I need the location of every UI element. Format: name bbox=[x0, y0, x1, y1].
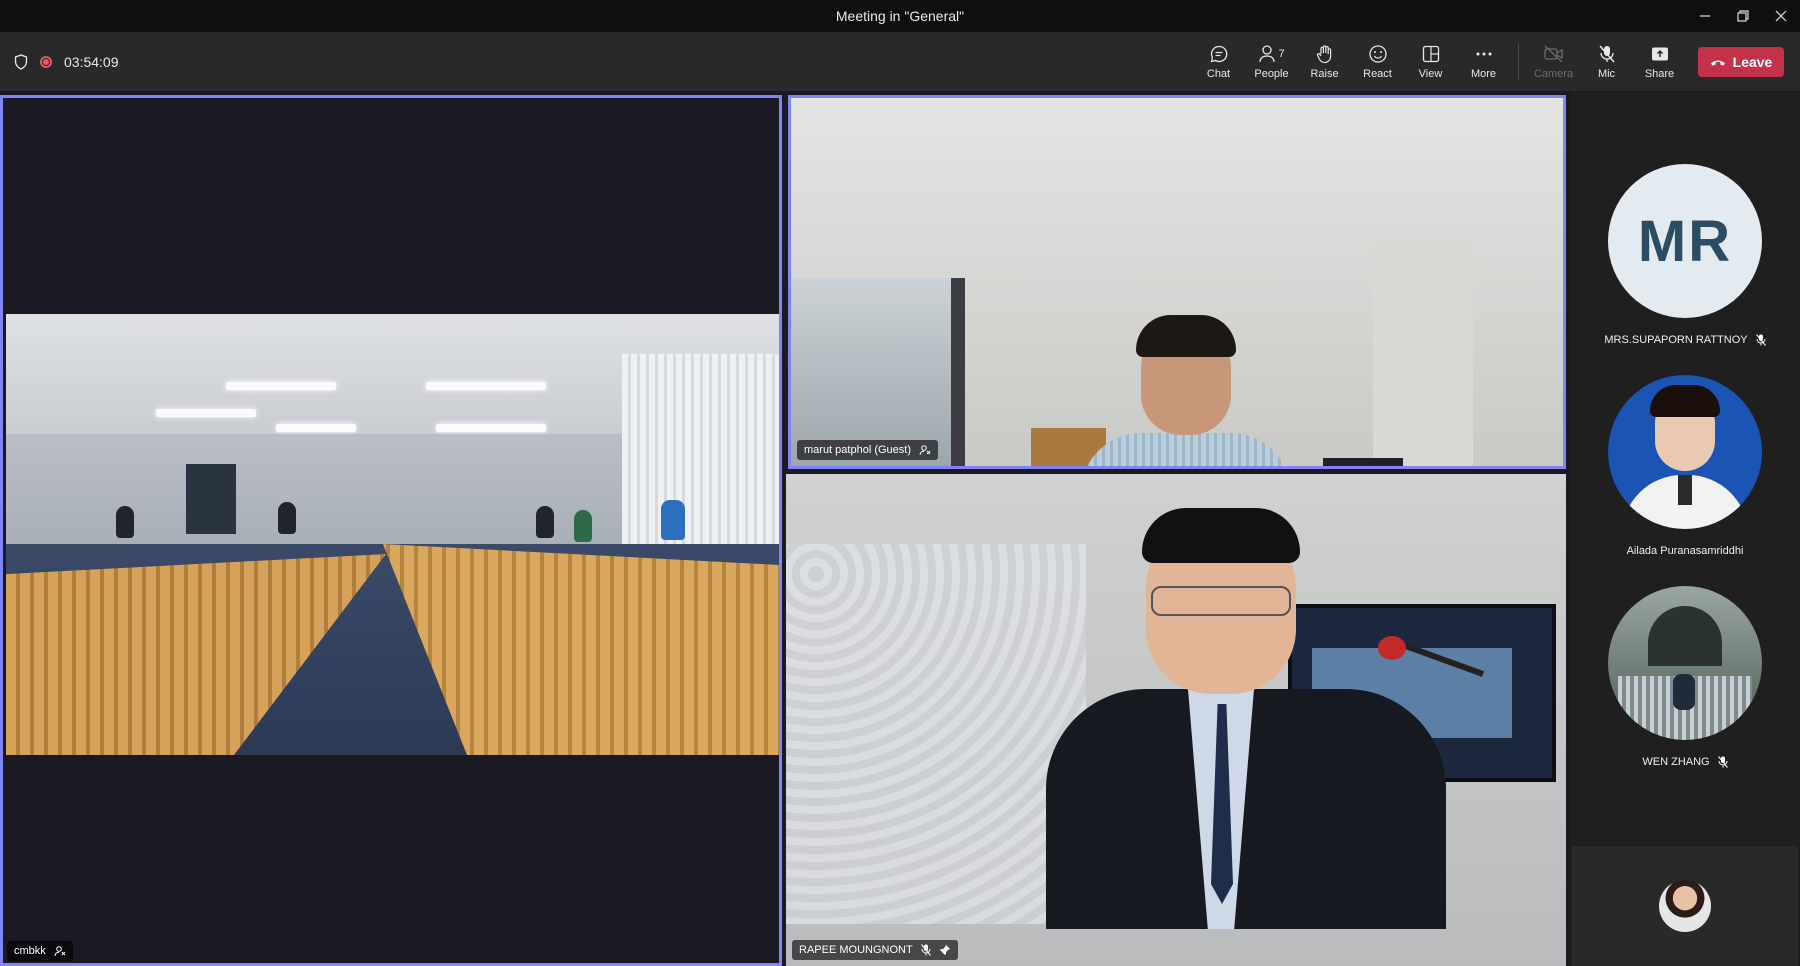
view-button[interactable]: View bbox=[1404, 36, 1457, 88]
close-icon bbox=[1775, 10, 1787, 22]
participant-name: Ailada Puranasamriddhi bbox=[1627, 545, 1744, 557]
video-tile-speaker[interactable]: RAPEE MOUNGNONT bbox=[786, 474, 1566, 966]
chat-label: Chat bbox=[1206, 68, 1231, 80]
participant-name: WEN ZHANG bbox=[1642, 756, 1728, 768]
participant-name-text: Ailada Puranasamriddhi bbox=[1626, 545, 1744, 557]
participant-name-tag: marut patphol (Guest) bbox=[797, 440, 938, 460]
people-button[interactable]: 7 People bbox=[1245, 36, 1298, 88]
participant-name: MRS.SUPAPORN RATTNOY bbox=[1604, 334, 1766, 346]
react-label: React bbox=[1363, 68, 1392, 80]
mic-label: Mic bbox=[1597, 68, 1616, 80]
participant-name: marut patphol (Guest) bbox=[804, 444, 911, 456]
phone-hangup-icon bbox=[1710, 60, 1725, 66]
avatar bbox=[1659, 880, 1711, 932]
chat-icon bbox=[1210, 45, 1227, 63]
more-label: More bbox=[1470, 68, 1497, 80]
leave-button[interactable]: Leave bbox=[1698, 46, 1784, 77]
avatar-initials: MR bbox=[1637, 208, 1733, 274]
shield-icon[interactable] bbox=[14, 53, 28, 70]
grid-view-icon bbox=[1422, 45, 1439, 63]
participant-options-icon[interactable] bbox=[54, 945, 66, 957]
more-dots-icon bbox=[1476, 52, 1491, 56]
avatar bbox=[1608, 586, 1762, 740]
video-tile-room[interactable]: cmbkk bbox=[0, 95, 782, 966]
pin-icon[interactable] bbox=[939, 944, 951, 956]
camera-button[interactable]: Camera bbox=[1527, 36, 1580, 88]
meeting-timer: 03:54:09 bbox=[64, 53, 119, 70]
video-stage: cmbkk marut patphol (Guest) RAPEE MOUNGN… bbox=[0, 91, 1570, 966]
close-window-button[interactable] bbox=[1762, 0, 1800, 32]
raise-label: Raise bbox=[1310, 68, 1339, 80]
participant-name: RAPEE MOUNGNONT bbox=[799, 944, 913, 956]
restore-icon bbox=[1737, 10, 1749, 22]
chat-button[interactable]: Chat bbox=[1192, 36, 1245, 88]
camera-label: Camera bbox=[1533, 68, 1574, 80]
people-count-badge: 7 bbox=[1278, 48, 1285, 60]
minimize-icon bbox=[1700, 15, 1710, 17]
meeting-status: 03:54:09 bbox=[14, 32, 119, 91]
guest-video bbox=[791, 98, 1563, 466]
participant-card[interactable]: MR MRS.SUPAPORN RATTNOY bbox=[1570, 164, 1800, 346]
participant-card[interactable]: WEN ZHANG bbox=[1570, 586, 1800, 768]
view-label: View bbox=[1418, 68, 1443, 80]
avatar: MR bbox=[1608, 164, 1762, 318]
participant-name-tag: RAPEE MOUNGNONT bbox=[792, 940, 958, 960]
share-button[interactable]: Share bbox=[1633, 36, 1686, 88]
leave-label: Leave bbox=[1732, 53, 1773, 70]
meeting-toolbar: 03:54:09 Chat 7 People Raise React View … bbox=[0, 32, 1800, 91]
toolbar-divider bbox=[1518, 43, 1519, 80]
conference-room-video bbox=[6, 314, 779, 755]
hand-icon bbox=[1316, 45, 1331, 64]
people-icon bbox=[1259, 45, 1276, 63]
participant-rail: MR MRS.SUPAPORN RATTNOY Ailada Puranasam… bbox=[1570, 91, 1800, 966]
participant-name: cmbkk bbox=[14, 945, 46, 957]
video-tile-guest[interactable]: marut patphol (Guest) bbox=[788, 95, 1566, 469]
restore-button[interactable] bbox=[1724, 0, 1762, 32]
minimize-button[interactable] bbox=[1686, 0, 1724, 32]
participant-options-icon[interactable] bbox=[919, 444, 931, 456]
raise-hand-button[interactable]: Raise bbox=[1298, 36, 1351, 88]
smiley-icon bbox=[1368, 45, 1387, 63]
speaker-video bbox=[786, 474, 1566, 966]
participant-name-text: MRS.SUPAPORN RATTNOY bbox=[1604, 334, 1748, 346]
react-button[interactable]: React bbox=[1351, 36, 1404, 88]
avatar bbox=[1608, 375, 1762, 529]
participant-card[interactable]: Ailada Puranasamriddhi bbox=[1570, 375, 1800, 557]
more-button[interactable]: More bbox=[1457, 36, 1510, 88]
camera-off-icon bbox=[1543, 45, 1563, 63]
self-view-tile[interactable] bbox=[1572, 846, 1798, 966]
share-icon bbox=[1651, 47, 1668, 61]
share-label: Share bbox=[1644, 68, 1675, 80]
recording-indicator-icon bbox=[40, 55, 52, 68]
participant-name-tag: cmbkk bbox=[7, 941, 73, 961]
mic-muted-icon bbox=[1717, 756, 1728, 768]
title-bar: Meeting in "General" bbox=[0, 0, 1800, 32]
toolbar-actions: Chat 7 People Raise React View More Came… bbox=[1192, 32, 1784, 91]
mic-button[interactable]: Mic bbox=[1580, 36, 1633, 88]
mic-off-icon bbox=[1598, 45, 1615, 63]
window-controls bbox=[1686, 0, 1800, 32]
participant-name-text: WEN ZHANG bbox=[1642, 756, 1710, 768]
people-label: People bbox=[1254, 68, 1289, 80]
mic-muted-icon bbox=[920, 944, 931, 956]
window-title: Meeting in "General" bbox=[835, 8, 965, 24]
mic-muted-icon bbox=[1755, 334, 1766, 346]
